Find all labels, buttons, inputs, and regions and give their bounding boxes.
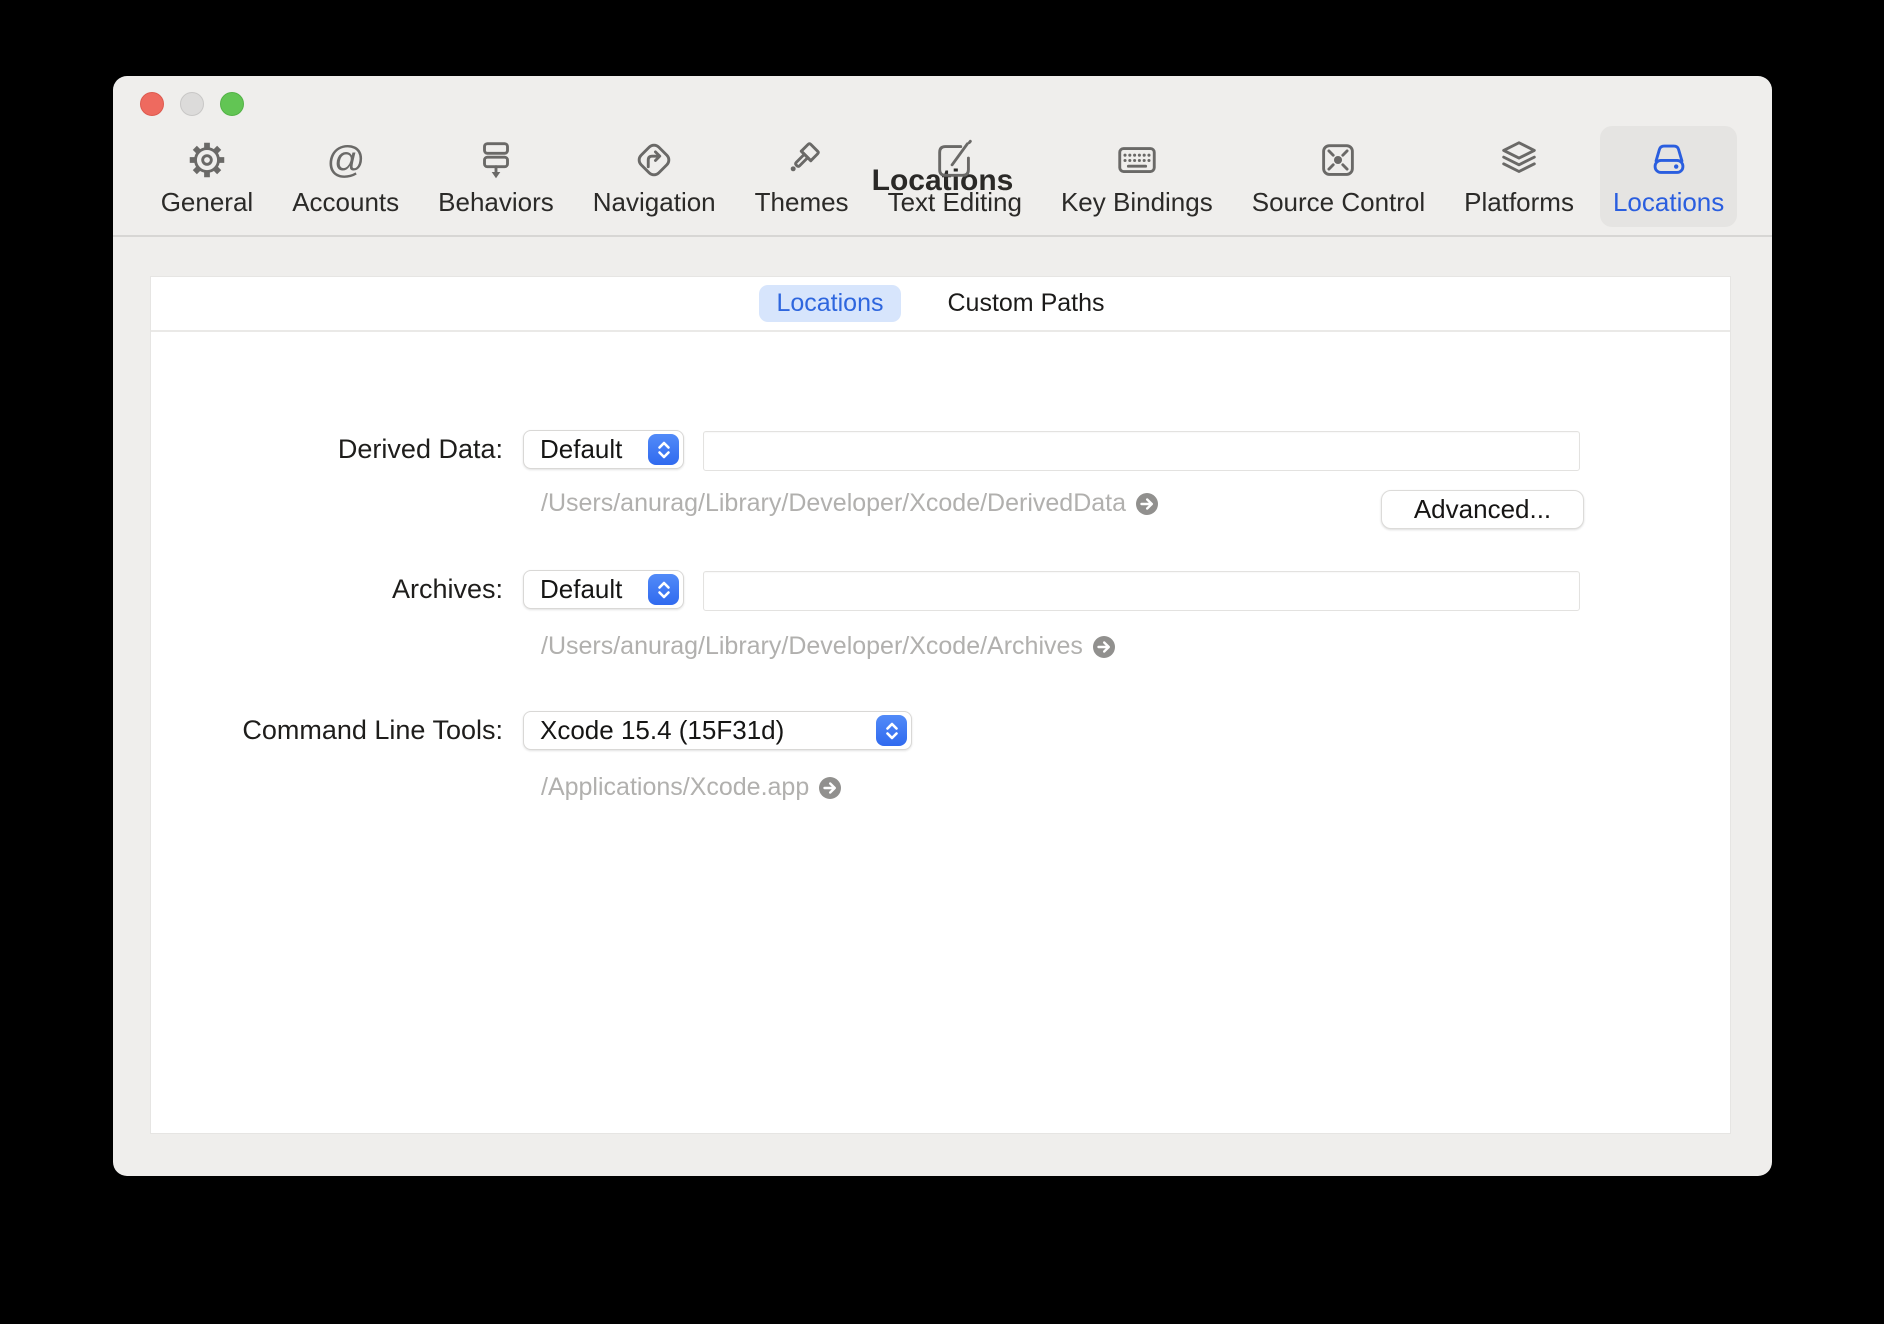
toolbar-label: Navigation [593,187,716,218]
toolbar-label: Text Editing [888,187,1022,218]
toolbar-item-accounts[interactable]: @ Accounts [279,126,412,227]
toolbar-item-navigation[interactable]: Navigation [580,126,729,227]
toolbar-item-locations[interactable]: Locations [1600,126,1737,227]
zoom-button[interactable] [220,92,244,116]
subtab-bar: Locations Custom Paths [151,277,1730,332]
source-control-icon [1313,134,1363,186]
derived-data-path-field[interactable] [703,431,1580,471]
derived-data-resolved-path: /Users/anurag/Library/Developer/Xcode/De… [541,489,1159,518]
toolbar-label: Key Bindings [1061,187,1213,218]
path-text: /Applications/Xcode.app [541,773,809,802]
toolbar-label: Themes [755,187,849,218]
toolbar-label: Behaviors [438,187,554,218]
toolbar-item-key-bindings[interactable]: Key Bindings [1048,126,1226,227]
arrow-circle-icon[interactable] [1092,635,1116,659]
toolbar-item-source-control[interactable]: Source Control [1239,126,1438,227]
locations-form: Derived Data: Default /Users/anurag/Libr… [151,334,1730,1134]
layers-icon [1494,134,1544,186]
close-button[interactable] [140,92,164,116]
hard-drive-icon [1644,134,1694,186]
command-line-tools-popup[interactable]: Xcode 15.4 (15F31d) [523,711,912,750]
popup-value: Xcode 15.4 (15F31d) [540,715,784,746]
chevron-up-down-icon [648,434,679,465]
settings-toolbar: General @ Accounts [113,126,1772,227]
chevron-up-down-icon [876,715,907,746]
toolbar-item-general[interactable]: General [148,126,267,227]
toolbar-item-behaviors[interactable]: Behaviors [425,126,567,227]
arrow-circle-icon[interactable] [1135,492,1159,516]
popup-value: Default [540,434,622,465]
archives-popup[interactable]: Default [523,570,684,609]
turn-right-sign-icon [629,134,679,186]
path-text: /Users/anurag/Library/Developer/Xcode/De… [541,489,1126,518]
command-line-tools-label: Command Line Tools: [151,711,503,750]
derived-data-label: Derived Data: [151,430,503,469]
toolbar-item-platforms[interactable]: Platforms [1451,126,1587,227]
at-sign-icon: @ [321,134,371,186]
toolbar-label: General [161,187,254,218]
popup-value: Default [540,574,622,605]
gear-icon [182,134,232,186]
toolbar-item-text-editing[interactable]: Text Editing [875,126,1035,227]
toolbar-label: Platforms [1464,187,1574,218]
toolbar-label: Accounts [292,187,399,218]
chevron-up-down-icon [648,574,679,605]
toolbar-item-themes[interactable]: Themes [742,126,862,227]
locations-panel: Locations Custom Paths Derived Data: Def… [150,276,1731,1134]
path-text: /Users/anurag/Library/Developer/Xcode/Ar… [541,632,1083,661]
tab-custom-paths[interactable]: Custom Paths [931,285,1122,322]
traffic-lights [140,92,244,116]
keyboard-icon [1112,134,1162,186]
toolbar-label: Source Control [1252,187,1425,218]
toolbar-label: Locations [1613,187,1724,218]
advanced-button[interactable]: Advanced... [1381,490,1584,529]
minimize-button [180,92,204,116]
paintbrush-icon [777,134,827,186]
archives-resolved-path: /Users/anurag/Library/Developer/Xcode/Ar… [541,632,1116,661]
command-line-tools-resolved-path: /Applications/Xcode.app [541,773,842,802]
archives-label: Archives: [151,570,503,609]
settings-window: Locations General [113,76,1772,1176]
stacked-actions-icon [471,134,521,186]
pencil-square-icon [930,134,980,186]
arrow-circle-icon[interactable] [818,776,842,800]
derived-data-popup[interactable]: Default [523,430,684,469]
archives-path-field[interactable] [703,571,1580,611]
svg-text:@: @ [326,138,365,181]
window-chrome: Locations General [113,76,1772,237]
tab-locations[interactable]: Locations [759,285,900,322]
